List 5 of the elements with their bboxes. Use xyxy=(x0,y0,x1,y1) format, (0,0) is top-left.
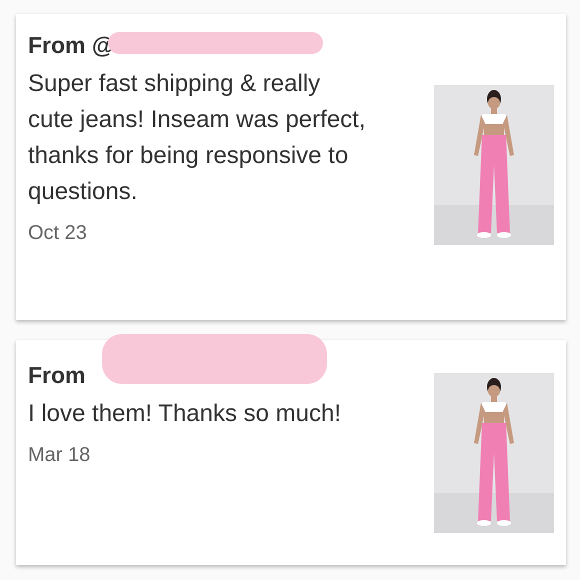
review-text: Super fast shipping & really cute jeans! Inseam was perfect, thanks for being responsive to questions. xyxy=(28,69,366,207)
review-text: I love them! Thanks so much! xyxy=(28,399,342,429)
review-author: From xyxy=(28,362,86,388)
review-date: Oct 23 xyxy=(28,222,88,245)
review-date: Mar 18 xyxy=(28,444,92,467)
